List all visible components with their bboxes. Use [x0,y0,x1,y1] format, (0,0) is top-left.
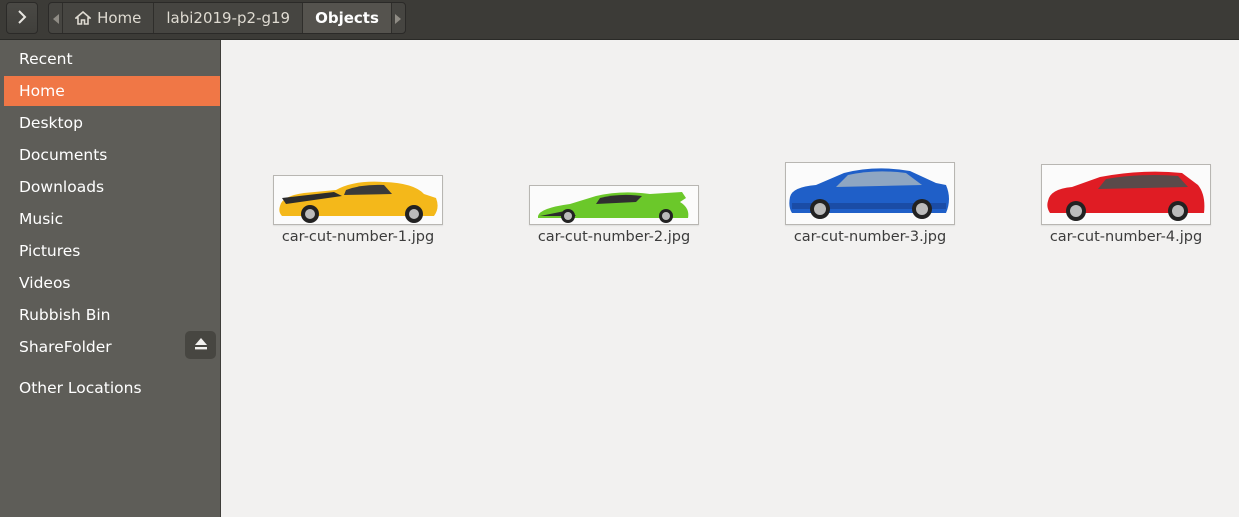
sidebar-item-documents[interactable]: Documents [4,140,220,170]
file-thumbnail [1041,164,1211,225]
path-scroll-left-button[interactable] [49,3,62,33]
file-thumbnail [273,175,443,225]
sidebar-item-label: ShareFolder [19,338,112,356]
breadcrumb-label: Home [97,9,142,27]
sidebar-item-recent[interactable]: Recent [4,44,220,74]
file-thumbnail [529,185,699,225]
sidebar-item-music[interactable]: Music [4,204,220,234]
sidebar-item-label: Pictures [19,242,81,260]
file-name: car-cut-number-3.jpg [793,229,947,245]
car-image [530,186,698,224]
file-item[interactable]: car-cut-number-3.jpg [785,162,955,245]
sidebar-item-label: Rubbish Bin [19,306,111,324]
file-name: car-cut-number-1.jpg [281,229,435,245]
car-image [786,163,954,224]
file-view: car-cut-number-1.jpg car-cut-number-2.jp… [221,40,1239,517]
eject-icon [194,336,208,354]
car-image [274,176,442,224]
sidebar-item-label: Downloads [19,178,105,196]
breadcrumb-current[interactable]: Objects [302,3,391,33]
sidebar-item-desktop[interactable]: Desktop [4,108,220,138]
sidebar-item-label: Recent [19,50,73,68]
file-thumbnail [785,162,955,225]
triangle-right-icon [395,9,402,28]
sidebar-item-label: Other Locations [19,379,142,397]
file-item[interactable]: car-cut-number-2.jpg [529,185,699,245]
sidebar-toggle-button[interactable] [6,2,38,34]
path-scroll-right-button[interactable] [390,3,405,33]
sidebar-item-sharefolder[interactable]: ShareFolder [4,331,220,362]
sidebar-item-downloads[interactable]: Downloads [4,172,220,202]
breadcrumb-label: Objects [315,9,379,27]
sidebar-item-rubbish-bin[interactable]: Rubbish Bin [4,300,220,330]
file-item[interactable]: car-cut-number-1.jpg [273,175,443,245]
car-image [1042,165,1210,224]
breadcrumb: Home labi2019-p2-g19 Objects [48,2,406,34]
sidebar-item-home[interactable]: Home [4,76,220,106]
breadcrumb-label: labi2019-p2-g19 [166,9,291,27]
header-bar: Home labi2019-p2-g19 Objects [0,0,1239,40]
breadcrumb-folder[interactable]: labi2019-p2-g19 [153,3,302,33]
sidebar: Recent Home Desktop Documents Downloads … [0,40,221,517]
sidebar-item-label: Music [19,210,64,228]
chevron-right-icon [16,9,28,28]
sidebar-item-label: Documents [19,146,108,164]
triangle-left-icon [52,9,59,28]
sidebar-item-label: Desktop [19,114,83,132]
breadcrumb-home[interactable]: Home [62,3,153,33]
file-name: car-cut-number-4.jpg [1049,229,1203,245]
sidebar-item-other-locations[interactable]: Other Locations [4,373,220,403]
file-name: car-cut-number-2.jpg [537,229,691,245]
sidebar-item-label: Home [19,82,65,100]
eject-button[interactable] [185,331,216,359]
home-icon [75,11,92,25]
sidebar-item-pictures[interactable]: Pictures [4,236,220,266]
sidebar-item-videos[interactable]: Videos [4,268,220,298]
file-item[interactable]: car-cut-number-4.jpg [1041,164,1211,245]
sidebar-item-label: Videos [19,274,71,292]
